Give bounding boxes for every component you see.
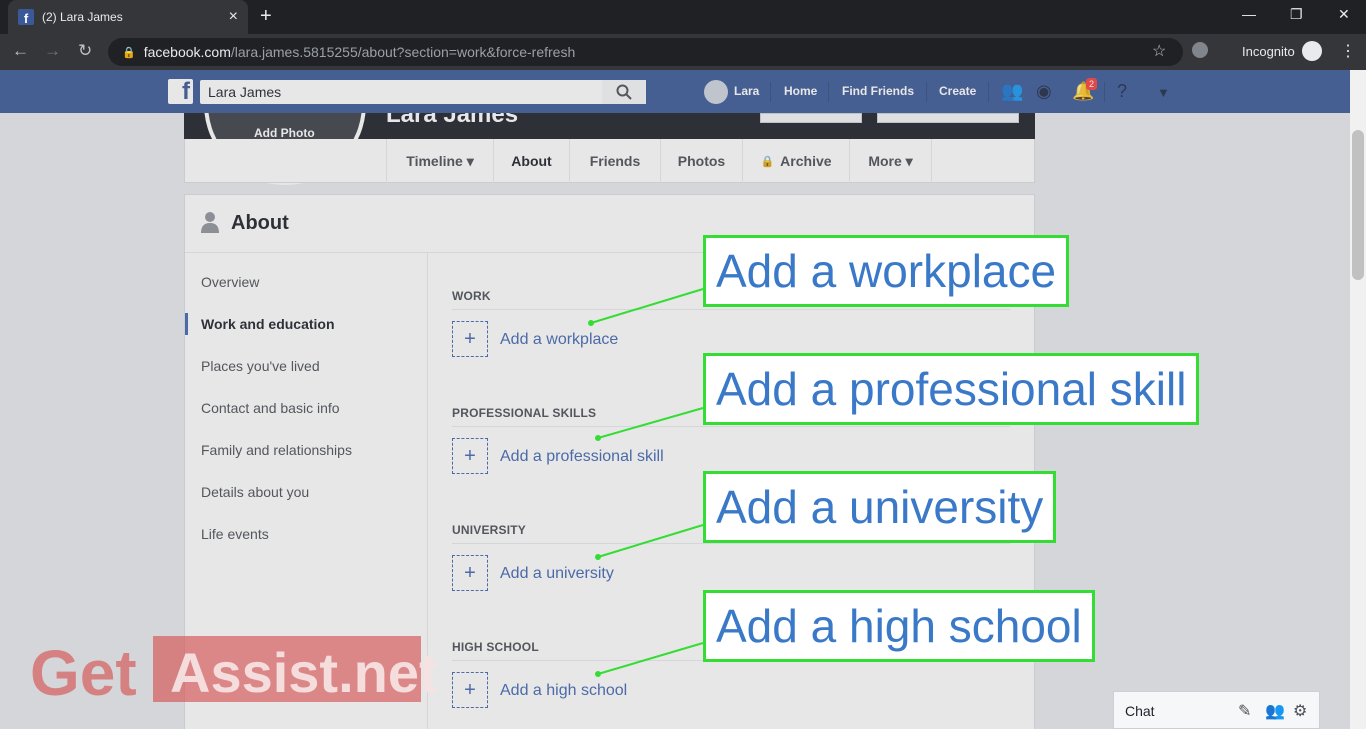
watermark-get: Get — [30, 637, 137, 709]
chat-settings-gear-icon[interactable]: ⚙ — [1293, 701, 1307, 721]
connector-line — [597, 407, 704, 439]
chat-label: Chat — [1125, 703, 1155, 719]
new-message-icon[interactable]: ✎ — [1238, 701, 1251, 721]
callout-add-professional-skill: Add a professional skill — [703, 353, 1200, 425]
connector-dot — [588, 320, 594, 326]
callout-add-high-school: Add a high school — [703, 590, 1095, 662]
callout-add-workplace: Add a workplace — [703, 235, 1070, 307]
callout-add-university: Add a university — [703, 471, 1057, 543]
connector-dot — [595, 554, 601, 560]
connector-line — [597, 524, 704, 558]
connector-line — [597, 642, 704, 675]
group-chat-icon[interactable]: 👥 — [1265, 701, 1285, 721]
connector-dot — [595, 435, 601, 441]
chat-bar[interactable]: Chat ✎ 👥 ⚙ — [1113, 691, 1320, 729]
watermark-assist: Assist.net — [170, 641, 438, 704]
connector-line — [590, 288, 704, 324]
connector-dot — [595, 671, 601, 677]
